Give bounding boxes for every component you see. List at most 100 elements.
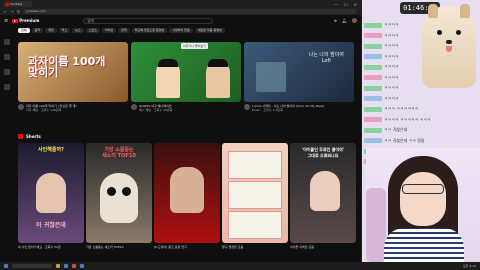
channel-name[interactable]: 과자 채널 · 조회수 128만회 <box>26 108 77 112</box>
filter-chips: 전체 음악 게임 믹스 뉴스 스포츠 라이브 만화 최근에 업로드된 동영상 시… <box>0 26 361 34</box>
sidebar-item-shorts[interactable] <box>4 54 10 60</box>
shorts-header: Shorts <box>18 134 41 139</box>
notifications-icon[interactable]: 🔔︎ <box>342 18 347 23</box>
tab-strip: YouTube — ☐ ✕ <box>0 0 361 8</box>
chip[interactable]: 스포츠 <box>85 27 100 33</box>
chat-message: ㅋㅋㅋㅋ ㅋㅋㅋㅋㅋ ㅋㅋㅋ <box>364 115 444 126</box>
app-icon[interactable] <box>80 264 84 268</box>
chip[interactable]: 만화 <box>118 27 130 33</box>
owl-eye <box>122 187 131 196</box>
short-card[interactable]: [K-드라마] 원조 표정 연기 <box>154 143 220 256</box>
short-overlay-text: '아이돌인 무료인 줄이야' 그대로 오류되나요 <box>301 147 345 158</box>
thumbnail-text: 아무거나 물어보기 <box>181 43 209 49</box>
video-card[interactable]: 과자이름 100개 맞히기 과자 이름 100개 맞히기 | 당신은 몇 개? … <box>18 42 128 122</box>
chip[interactable]: 음악 <box>31 27 44 33</box>
video-meta: Lumos (미래) - 사는 나의 밤이야 (Vicio Art My Dea… <box>244 104 354 112</box>
chip[interactable]: 믹스 <box>58 27 71 33</box>
reload-icon[interactable]: ↻ <box>17 9 20 14</box>
short-card[interactable]: '아이돌인 무료인 줄이야' 그대로 오류되나요 아이돌 리액션 모음 <box>290 143 356 256</box>
cartoon-panel <box>228 151 282 179</box>
thumbnail-art <box>256 62 286 92</box>
chip[interactable]: 뉴스 <box>72 27 84 33</box>
user-badge <box>364 54 382 60</box>
cartoon-panel <box>228 181 282 209</box>
chip[interactable]: 시청하지 않음 <box>169 27 193 33</box>
video-thumbnail[interactable]: 아무거나 물어보기 <box>131 42 241 102</box>
chip[interactable]: 게임 <box>45 27 57 33</box>
short-card[interactable]: 짱구 명장면 모음 <box>222 143 288 256</box>
video-grid: 과자이름 100개 맞히기 과자 이름 100개 맞히기 | 당신은 몇 개? … <box>18 42 358 122</box>
create-icon[interactable]: ⊕ <box>334 18 337 23</box>
url-field[interactable]: youtube.com <box>23 9 357 14</box>
sidebar-item-you[interactable] <box>4 84 10 90</box>
short-overlay-text: 사인해줄까? <box>38 147 64 153</box>
user-badge <box>364 85 382 91</box>
screen: YouTube — ☐ ✕ ← → ↻ youtube.com ≡ Premiu… <box>0 0 480 270</box>
short-thumbnail[interactable]: 가장 소름돋는 새소리 TOP10 <box>86 143 152 243</box>
hamburger-menu-icon[interactable]: ≡ <box>4 18 8 24</box>
maximize-icon[interactable]: ☐ <box>344 2 348 7</box>
system-clock[interactable]: 오후 3:12 <box>463 264 476 268</box>
youtube-play-icon <box>12 18 19 23</box>
short-overlay-caption: 아 귀찮은데 <box>36 222 66 229</box>
user-badge <box>364 43 382 49</box>
video-thumbnail[interactable]: 나는 나의 밤이야 Lofi <box>244 42 354 102</box>
thumbnail-text: 나는 나의 밤이야 Lofi <box>308 52 344 64</box>
chat-message: ㅋㅋ 귀찮은데 <box>364 125 444 136</box>
sidebar-item-home[interactable] <box>4 39 10 45</box>
chip[interactable]: 라이브 <box>101 27 117 33</box>
short-title[interactable]: 가장 소름돋는 새소리 TOP10 <box>86 245 152 249</box>
short-card[interactable]: 사인해줄까? 아 귀찮은데 내 사인 받아가세요 · 조회수 51만 <box>18 143 84 256</box>
app-icon[interactable] <box>72 264 76 268</box>
video-info: GIANTS 야구 애니메이션 애니 채널 · 조회수 56만회 <box>139 104 172 112</box>
video-card[interactable]: 나는 나의 밤이야 Lofi Lumos (미래) - 사는 나의 밤이야 (V… <box>244 42 354 122</box>
channel-name[interactable]: 애니 채널 · 조회수 56만회 <box>139 108 172 112</box>
channel-avatar[interactable] <box>244 104 250 110</box>
youtube-logo[interactable]: Premium <box>12 18 39 23</box>
short-thumbnail[interactable] <box>222 143 288 243</box>
minimize-icon[interactable]: — <box>334 2 338 7</box>
short-title[interactable]: 짱구 명장면 모음 <box>222 245 288 249</box>
dog-eye <box>456 30 461 35</box>
close-icon[interactable]: ✕ <box>354 2 357 7</box>
start-icon[interactable] <box>4 264 8 268</box>
short-card[interactable]: 가장 소름돋는 새소리 TOP10 가장 소름돋는 새소리 TOP10 <box>86 143 152 256</box>
browser-tab-youtube[interactable]: YouTube <box>4 1 32 7</box>
sidebar <box>0 37 14 262</box>
chat-text: ㅋㅋㅋㅋ <box>384 43 399 49</box>
short-thumbnail[interactable] <box>154 143 220 243</box>
youtube-header: ≡ Premium 검색 ⊕ 🔔︎ <box>0 15 361 26</box>
sidebar-item-subscriptions[interactable] <box>4 69 10 75</box>
channel-avatar[interactable] <box>18 104 24 110</box>
user-badge <box>364 22 382 28</box>
dog-tongue <box>446 46 452 52</box>
short-title[interactable]: 아이돌 리액션 모음 <box>290 245 356 249</box>
taskbar-search[interactable] <box>12 264 52 268</box>
search-input[interactable]: 검색 <box>83 17 214 24</box>
owl-figure <box>100 173 138 223</box>
cartoon-character <box>156 59 180 98</box>
channel-avatar[interactable] <box>131 104 137 110</box>
chat-message: ㅋㅋㅋ ㅋㅋㅋㅋㅋㅋ <box>364 104 444 115</box>
short-title[interactable]: [K-드라마] 원조 표정 연기 <box>154 245 220 249</box>
avatar[interactable] <box>352 18 357 23</box>
short-thumbnail[interactable]: 사인해줄까? 아 귀찮은데 <box>18 143 84 243</box>
person-figure <box>170 167 204 213</box>
forward-icon[interactable]: → <box>10 9 13 14</box>
video-meta: 과자 이름 100개 맞히기 | 당신은 몇 개? 과자 채널 · 조회수 12… <box>18 104 128 112</box>
video-thumbnail[interactable]: 과자이름 100개 맞히기 <box>18 42 128 102</box>
cap <box>208 59 228 67</box>
short-title[interactable]: 내 사인 받아가세요 · 조회수 51만 <box>18 245 84 249</box>
chip[interactable]: 최근에 업로드된 동영상 <box>131 27 168 33</box>
browser-icon[interactable] <box>64 264 68 268</box>
chip-all[interactable]: 전체 <box>18 27 30 33</box>
file-explorer-icon[interactable] <box>56 264 60 268</box>
channel-name[interactable]: Music · 조회수 3.2만회 <box>252 108 324 112</box>
owl-eye <box>107 187 116 196</box>
back-icon[interactable]: ← <box>4 9 7 14</box>
chat-text: ㅋㅋㅋ ㅋㅋㅋㅋㅋㅋ <box>384 106 419 112</box>
chip[interactable]: 새로운 맞춤 동영상 <box>194 27 225 33</box>
short-thumbnail[interactable]: '아이돌인 무료인 줄이야' 그대로 오류되나요 <box>290 143 356 243</box>
window-controls: — ☐ ✕ <box>334 2 361 7</box>
video-card[interactable]: 아무거나 물어보기 GIANTS 야구 애니메이션 애니 채널 · 조회수 56… <box>131 42 241 122</box>
